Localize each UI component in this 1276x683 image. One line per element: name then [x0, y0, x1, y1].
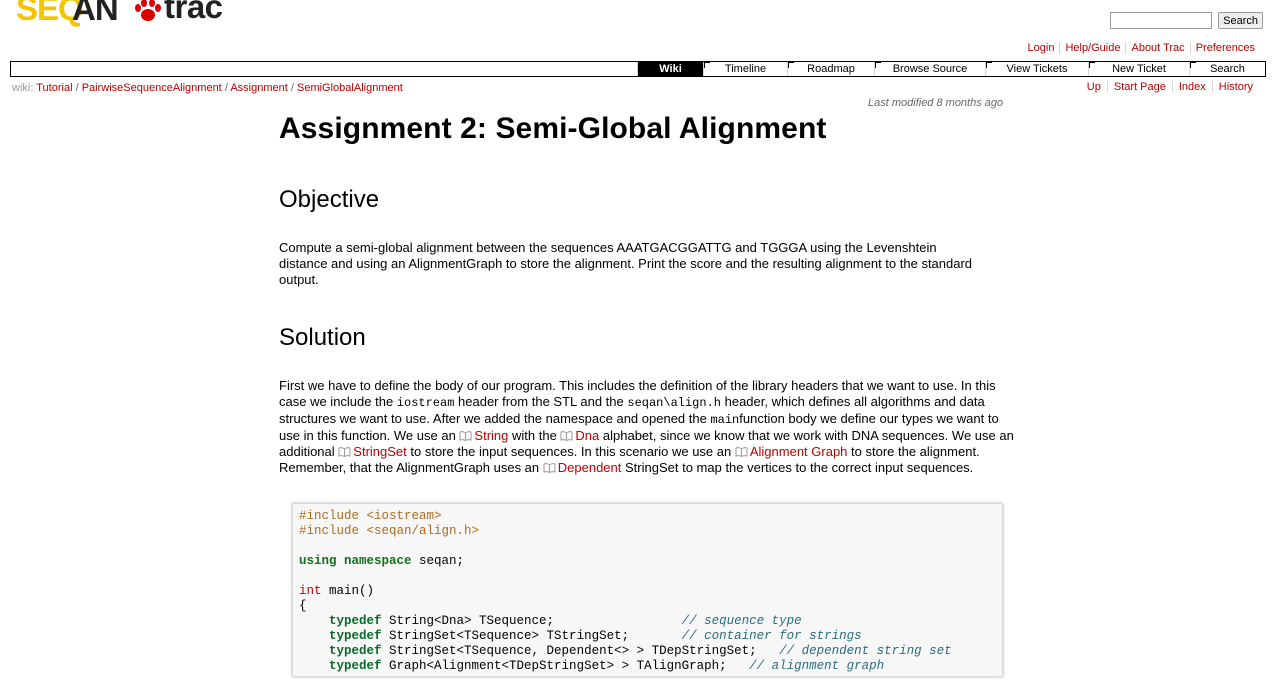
code-line: typedef StringSet<TSequence, Dependent<>… [329, 644, 952, 658]
code-line: using namespace seqan; [299, 554, 465, 568]
start-page-link[interactable]: Start Page [1106, 81, 1172, 93]
code-block: #include <iostream> #include <seqan/align… [292, 503, 1003, 677]
breadcrumb-item[interactable]: PairwiseSequenceAlignment [82, 82, 222, 94]
inline-code: seqan\align.h [627, 396, 721, 410]
search-button[interactable]: Search [1218, 12, 1263, 29]
wiki-content: Assignment 2: Semi-Global Alignment Obje… [279, 112, 1019, 677]
tab-view-tickets[interactable]: View Tickets [985, 62, 1088, 76]
preferences-link[interactable]: Preferences [1189, 42, 1260, 54]
page-title: Assignment 2: Semi-Global Alignment [279, 112, 827, 145]
book-icon [735, 447, 748, 457]
book-icon [338, 447, 351, 457]
logo-an-text: AN [72, 0, 119, 27]
tab-search[interactable]: Search [1189, 62, 1265, 76]
stringset-link[interactable]: StringSet [338, 444, 407, 459]
code-line: { [299, 599, 307, 613]
code-line: #include <seqan/align.h> [299, 524, 480, 538]
paw-icon [135, 0, 161, 21]
login-link[interactable]: Login [1023, 42, 1060, 54]
tab-browse-source[interactable]: Browse Source [874, 62, 985, 76]
code-line: typedef StringSet<TSequence> TStringSet;… [329, 629, 862, 643]
index-link[interactable]: Index [1171, 81, 1212, 93]
code-line: #include <iostream> [299, 509, 442, 523]
tab-wiki[interactable]: Wiki [637, 62, 703, 76]
code-line: typedef Graph<Alignment<TDepStringSet> >… [329, 659, 885, 673]
inline-code: main [710, 413, 740, 427]
objective-text: Compute a semi-global alignment between … [279, 240, 973, 287]
up-link[interactable]: Up [1081, 81, 1107, 93]
logo-trac-text: trac [164, 0, 223, 25]
inline-code: iostream [396, 396, 455, 410]
alignment-graph-link[interactable]: Alignment Graph [735, 444, 847, 459]
string-link[interactable]: String [459, 428, 508, 443]
code-line: typedef String<Dna> TSequence; // sequen… [329, 614, 802, 628]
about-trac-link[interactable]: About Trac [1125, 42, 1189, 54]
book-icon [560, 431, 573, 441]
context-navigation: Up Start Page Index History [1081, 81, 1259, 93]
tab-new-ticket[interactable]: New Ticket [1088, 62, 1189, 76]
dna-link[interactable]: Dna [560, 428, 599, 443]
dependent-link[interactable]: Dependent [543, 460, 621, 475]
objective-heading: Objective [279, 186, 380, 213]
breadcrumb-item[interactable]: Assignment [230, 82, 287, 94]
search-input[interactable] [1110, 12, 1213, 29]
main-navigation: Wiki Timeline Roadmap Browse Source View… [10, 61, 1266, 77]
seqan-trac-logo[interactable]: SEQ AN trac [14, 0, 234, 42]
book-icon [543, 463, 556, 473]
code-line: int main() [299, 584, 375, 598]
solution-heading: Solution [279, 324, 366, 351]
breadcrumb-item[interactable]: Tutorial [36, 82, 72, 94]
breadcrumb: wiki: Tutorial / PairwiseSequenceAlignme… [12, 82, 403, 94]
book-icon [459, 431, 472, 441]
breadcrumb-item[interactable]: SemiGlobalAlignment [297, 82, 403, 94]
tab-roadmap[interactable]: Roadmap [787, 62, 874, 76]
solution-text: First we have to define the body of our … [279, 378, 1014, 475]
tab-timeline[interactable]: Timeline [703, 62, 787, 76]
meta-navigation: Login Help/Guide About Trac Preferences [1023, 42, 1260, 54]
history-link[interactable]: History [1211, 81, 1259, 93]
help-guide-link[interactable]: Help/Guide [1059, 42, 1125, 54]
last-modified: Last modified 8 months ago [868, 97, 1004, 109]
search-form: Search [1110, 12, 1263, 29]
breadcrumb-wiki-label: wiki: [12, 82, 34, 94]
